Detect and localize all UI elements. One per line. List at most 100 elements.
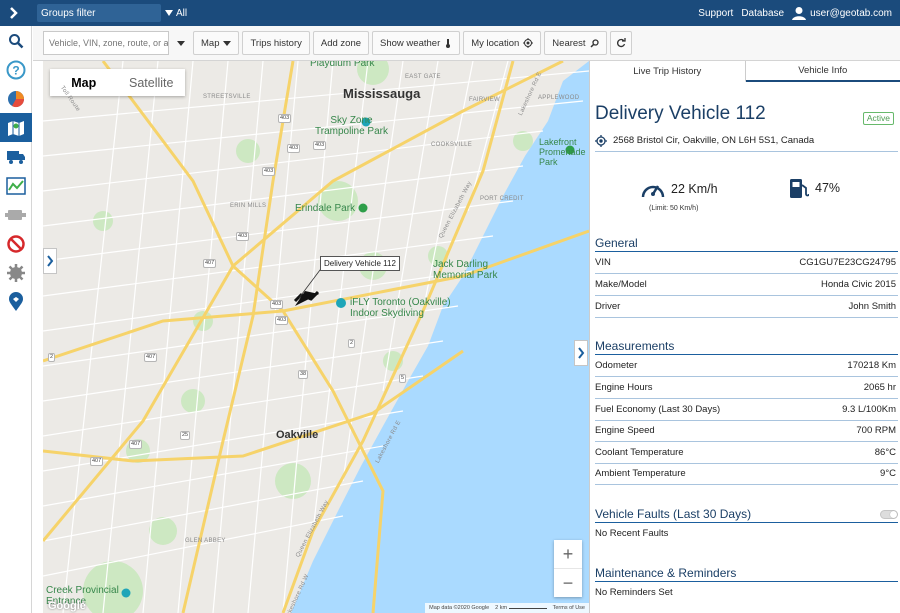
row-label: Engine Hours: [595, 381, 653, 393]
general-row-vin: VIN CG1GU7E23CG24795: [595, 252, 898, 274]
my-location-label: My location: [471, 37, 520, 49]
map-search-input[interactable]: [43, 31, 169, 55]
row-value: 170218 Km: [847, 359, 896, 371]
chevron-down-icon: [165, 10, 173, 16]
nav-activity[interactable]: [0, 171, 32, 200]
nav-marketplace[interactable]: [0, 287, 32, 316]
map-type-switcher: Map Satellite: [50, 69, 185, 96]
support-link[interactable]: Support: [698, 8, 733, 19]
map-data-credit: Map data ©2020 Google: [429, 605, 490, 611]
refresh-icon: [616, 38, 626, 48]
highway-shield: 403: [236, 232, 250, 241]
map-menu-label: Map: [201, 37, 220, 49]
measurement-row-odometer: Odometer 170218 Km: [595, 355, 898, 377]
groups-all-dropdown[interactable]: All: [165, 8, 187, 19]
row-value: CG1GU7E23CG24795: [799, 256, 896, 268]
nav-map[interactable]: [0, 113, 32, 142]
refresh-button[interactable]: [609, 31, 632, 55]
expand-menu-icon[interactable]: [0, 0, 28, 26]
general-row-make-model: Make/Model Honda Civic 2015: [595, 274, 898, 296]
measurement-row-fuel-economy: Fuel Economy (Last 30 Days) 9.3 L/100Km: [595, 399, 898, 421]
park-label: Lakefront Promenade Park: [539, 137, 586, 167]
nav-help[interactable]: ?: [0, 55, 32, 84]
show-weather-button[interactable]: Show weather: [372, 31, 461, 55]
measurements-section-title: Measurements: [595, 339, 898, 355]
database-link[interactable]: Database: [741, 8, 784, 19]
highway-shield: 407: [90, 457, 104, 466]
user-email: user@geotab.com: [810, 7, 892, 19]
highway-shield: 2: [348, 339, 356, 348]
user-menu[interactable]: user@geotab.com: [792, 6, 892, 20]
my-location-button[interactable]: My location: [463, 31, 542, 55]
truck-icon: [7, 150, 25, 164]
map-toolbar: Map Trips history Add zone Show weather …: [33, 26, 900, 61]
faults-toggle[interactable]: [880, 510, 898, 519]
vehicle-callout[interactable]: Delivery Vehicle 112: [320, 256, 400, 271]
no-reminders-text: No Reminders Set: [595, 587, 673, 598]
park-label: iFLY Toronto (Oakville) Indoor Skydiving: [350, 297, 451, 319]
left-nav: ?: [0, 26, 32, 613]
row-label: Engine Speed: [595, 424, 655, 436]
map-type-satellite-button[interactable]: Satellite: [118, 69, 186, 96]
terms-of-use-link[interactable]: Terms of Use: [553, 605, 585, 611]
map-icon: [8, 120, 24, 136]
vehicle-panel: Live Trip History Vehicle Info Delivery …: [589, 61, 900, 613]
prohibited-icon: [7, 234, 25, 253]
park-label: Playdium Park: [310, 61, 375, 69]
zoom-in-button[interactable]: +: [554, 540, 582, 569]
right-panel-toggle[interactable]: [574, 340, 588, 366]
user-icon: [792, 7, 807, 20]
trips-history-button[interactable]: Trips history: [242, 31, 310, 55]
map-type-map-button[interactable]: Map: [50, 69, 118, 96]
groups-all-label: All: [176, 7, 188, 19]
highway-shield: 403: [287, 144, 301, 153]
fuel-pump-icon: [790, 179, 809, 198]
tab-vehicle-info[interactable]: Vehicle Info: [745, 61, 900, 82]
maintenance-section-title: Maintenance & Reminders: [595, 566, 898, 582]
street-label: COOKSVILLE: [431, 142, 473, 148]
chevron-right-icon: [47, 255, 54, 267]
nav-settings[interactable]: [0, 258, 32, 287]
crosshair-icon: [523, 38, 534, 48]
tab-live-trip-history[interactable]: Live Trip History: [590, 61, 746, 82]
location-pin-icon: [9, 291, 23, 311]
city-label: Oakville: [276, 429, 319, 441]
engine-icon: [5, 209, 26, 220]
groups-filter-input[interactable]: Groups filter: [37, 4, 161, 22]
fuel-stat: 47%: [789, 177, 840, 199]
chevron-down-icon: [177, 40, 185, 46]
park-label: Erindale Park: [295, 203, 356, 214]
thermometer-icon: [446, 38, 451, 48]
zoom-out-button[interactable]: −: [554, 569, 582, 597]
street-label: GLEN ABBEY: [185, 538, 226, 544]
svg-text:?: ?: [12, 63, 19, 77]
highway-shield: 403: [278, 114, 292, 123]
nav-vehicles[interactable]: [0, 142, 32, 171]
street-label: APPLEWOOD: [538, 95, 580, 101]
map-view[interactable]: Map Satellite Mississauga Oakville Playd…: [43, 61, 589, 613]
left-panel-toggle[interactable]: [43, 248, 57, 274]
zoom-controls: + −: [554, 540, 582, 597]
measurement-row-ambient-temperature: Ambient Temperature 9°C: [595, 463, 898, 485]
search-dropdown-button[interactable]: [172, 31, 190, 55]
row-label: Fuel Economy (Last 30 Days): [595, 403, 721, 415]
google-logo: Google: [48, 600, 86, 612]
map-menu-button[interactable]: Map: [193, 31, 240, 55]
row-value: 86°C: [874, 446, 896, 458]
street-label: PORT CREDIT: [480, 196, 524, 202]
street-label: EAST GATE: [405, 74, 441, 80]
address-text: 2568 Bristol Cir, Oakville, ON L6H 5S1, …: [613, 135, 815, 146]
no-faults-text: No Recent Faults: [595, 528, 669, 539]
measurement-row-engine-hours: Engine Hours 2065 hr: [595, 377, 898, 399]
nearest-button[interactable]: Nearest: [544, 31, 607, 55]
trips-history-label: Trips history: [250, 37, 302, 49]
general-row-driver: Driver John Smith: [595, 296, 898, 318]
add-zone-button[interactable]: Add zone: [312, 31, 370, 55]
nav-engine[interactable]: [0, 200, 32, 229]
nav-dashboard[interactable]: [0, 84, 32, 113]
nav-search[interactable]: [0, 26, 32, 55]
row-label: Driver: [595, 300, 621, 312]
street-label: FAIRVIEW: [469, 97, 500, 103]
nav-rules[interactable]: [0, 229, 32, 258]
vehicle-address[interactable]: 2568 Bristol Cir, Oakville, ON L6H 5S1, …: [595, 130, 898, 152]
